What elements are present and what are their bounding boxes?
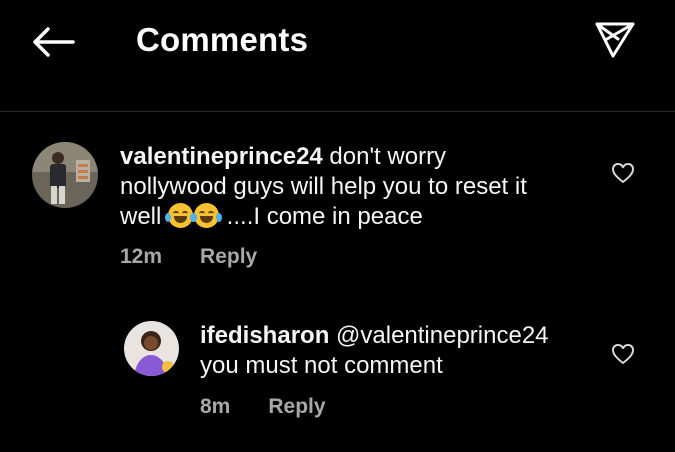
reply-button[interactable]: Reply <box>200 245 257 269</box>
paper-plane-icon <box>595 22 635 58</box>
tears-of-joy-emoji <box>191 203 223 228</box>
heart-outline-icon <box>612 163 634 183</box>
avatar[interactable] <box>124 321 179 376</box>
heart-outline-icon <box>612 344 634 364</box>
page-title: Comments <box>136 21 309 58</box>
like-button[interactable] <box>608 158 638 188</box>
comment-username[interactable]: valentineprince24 <box>120 143 323 170</box>
comment-text-part: don't worry <box>322 143 447 170</box>
comment-timestamp: 12m <box>120 245 163 268</box>
comment-line: nollywood guys will help you to reset it <box>120 173 527 200</box>
comment-meta: 8m Reply <box>200 395 326 419</box>
share-button[interactable] <box>590 18 640 62</box>
comment-line: you must not comment <box>200 352 443 379</box>
back-button[interactable] <box>28 22 78 62</box>
reply-button[interactable]: Reply <box>268 395 325 419</box>
comment-line: valentineprince24 don't worry <box>120 142 590 172</box>
comment-timestamp: 8m <box>200 395 231 418</box>
mention-link[interactable]: @valentineprince24 <box>329 322 549 349</box>
comments-header: Comments <box>0 0 675 112</box>
comment-username[interactable]: ifedisharon <box>200 322 329 349</box>
tears-of-joy-emoji <box>165 203 197 228</box>
avatar[interactable] <box>32 142 98 208</box>
arrow-left-icon <box>33 27 75 57</box>
comment-text-part: well <box>120 203 169 230</box>
comment-line: ifedisharon @valentineprince24 <box>200 321 600 351</box>
comment-line: well ....I come in peace <box>120 202 590 232</box>
comment-meta: 12m Reply <box>120 245 257 269</box>
comment-text: ifedisharon @valentineprince24 you must … <box>200 321 600 381</box>
like-button[interactable] <box>608 339 638 369</box>
comment-text: valentineprince24 don't worry nollywood … <box>120 142 590 232</box>
comment-text-part: ....I come in peace <box>220 203 423 230</box>
